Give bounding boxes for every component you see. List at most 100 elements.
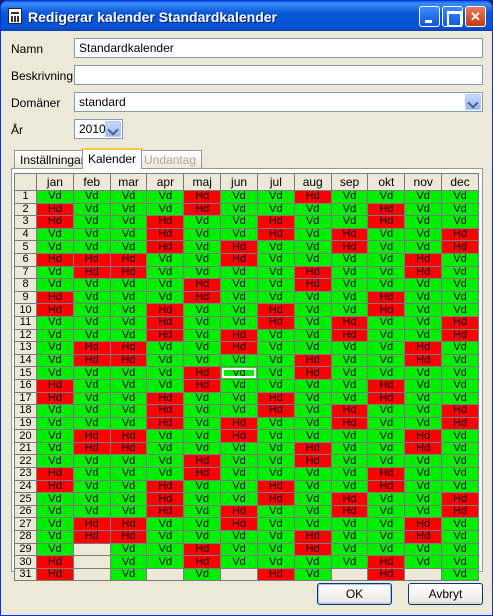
day-cell[interactable]: Vd xyxy=(146,441,185,456)
day-cell[interactable]: Vd xyxy=(367,429,406,443)
day-cell[interactable]: Hd xyxy=(72,517,111,532)
day-cell[interactable]: Vd xyxy=(36,190,74,204)
day-cell[interactable]: Vd xyxy=(183,391,222,406)
day-cell[interactable]: Vd xyxy=(367,278,406,292)
day-cell[interactable]: Vd xyxy=(36,404,74,418)
day-cell[interactable]: Vd xyxy=(367,315,406,330)
day-cell[interactable]: Vd xyxy=(109,504,148,519)
day-cell[interactable]: Hd xyxy=(36,303,74,317)
day-cell[interactable]: Vd xyxy=(72,467,111,481)
day-cell[interactable]: Vd xyxy=(256,353,295,368)
day-cell[interactable]: Hd xyxy=(183,467,222,481)
day-cell[interactable]: Vd xyxy=(109,227,148,242)
day-cell[interactable]: Vd xyxy=(36,328,74,343)
day-cell[interactable]: Hd xyxy=(293,441,332,456)
day-cell[interactable]: Vd xyxy=(293,240,332,254)
day-cell[interactable]: Vd xyxy=(183,315,222,330)
day-cell[interactable]: Vd xyxy=(256,416,295,431)
day-cell[interactable]: Hd xyxy=(220,252,258,267)
day-cell[interactable]: Vd xyxy=(109,290,148,305)
chevron-down-icon[interactable] xyxy=(105,121,121,137)
day-cell[interactable]: Vd xyxy=(72,190,111,204)
day-cell[interactable]: Vd xyxy=(220,278,258,292)
day-cell[interactable]: Vd xyxy=(330,479,369,494)
day-cell[interactable]: Vd xyxy=(404,378,443,393)
day-cell[interactable]: Vd xyxy=(367,341,406,355)
day-cell[interactable]: Vd xyxy=(367,366,406,380)
day-cell[interactable]: Vd xyxy=(146,366,185,380)
day-cell[interactable]: Vd xyxy=(330,303,369,317)
day-cell[interactable]: Vd xyxy=(330,542,369,557)
month-header-jun[interactable]: jun xyxy=(220,173,258,191)
month-header-nov[interactable]: nov xyxy=(404,173,443,191)
day-cell[interactable]: Vd xyxy=(256,190,295,204)
day-cell[interactable]: Hd xyxy=(36,391,74,406)
month-header-dec[interactable]: dec xyxy=(441,173,479,191)
name-field[interactable]: Standardkalender xyxy=(74,38,483,58)
day-cell[interactable]: Hd xyxy=(330,227,369,242)
day-cell[interactable]: Vd xyxy=(404,328,443,343)
day-cell[interactable]: Vd xyxy=(109,492,148,506)
day-cell[interactable]: Vd xyxy=(367,353,406,368)
day-cell[interactable]: Vd xyxy=(367,252,406,267)
day-cell[interactable]: Hd xyxy=(293,265,332,280)
day-cell[interactable]: Hd xyxy=(441,315,479,330)
day-cell[interactable]: Vd xyxy=(36,441,74,456)
day-cell[interactable]: Vd xyxy=(183,303,222,317)
day-cell[interactable]: Vd xyxy=(404,416,443,431)
day-cell[interactable]: Hd xyxy=(256,315,295,330)
day-cell[interactable]: Vd xyxy=(404,479,443,494)
day-cell[interactable]: Vd xyxy=(72,227,111,242)
day-cell[interactable]: Vd xyxy=(72,278,111,292)
day-cell[interactable]: Vd xyxy=(146,353,185,368)
day-cell[interactable]: Hd xyxy=(293,190,332,204)
day-cell[interactable]: Vd xyxy=(293,404,332,418)
day-cell[interactable]: Hd xyxy=(404,341,443,355)
day-cell[interactable]: Hd xyxy=(146,315,185,330)
day-cell[interactable]: Vd xyxy=(404,278,443,292)
day-cell[interactable]: Vd xyxy=(220,190,258,204)
day-cell[interactable]: Vd xyxy=(109,202,148,217)
day-cell[interactable]: Vd xyxy=(293,467,332,481)
day-cell[interactable]: Vd xyxy=(36,278,74,292)
day-cell[interactable]: Hd xyxy=(404,530,443,544)
day-cell[interactable]: Vd xyxy=(183,567,222,582)
day-cell[interactable]: Hd xyxy=(256,391,295,406)
day-cell[interactable]: Vd xyxy=(441,530,479,544)
day-cell[interactable]: Hd xyxy=(220,429,258,443)
day-cell[interactable]: Vd xyxy=(330,190,369,204)
day-cell[interactable]: Hd xyxy=(36,290,74,305)
day-cell[interactable]: Hd xyxy=(36,567,74,582)
day-cell[interactable]: Vd xyxy=(367,416,406,431)
day-cell[interactable]: Vd xyxy=(109,303,148,317)
day-cell[interactable]: Vd xyxy=(441,441,479,456)
day-cell[interactable]: Vd xyxy=(404,504,443,519)
day-cell[interactable]: Hd xyxy=(183,555,222,569)
day-cell[interactable]: Vd xyxy=(256,542,295,557)
day-cell[interactable]: Hd xyxy=(220,416,258,431)
day-cell[interactable]: Hd xyxy=(72,530,111,544)
day-cell[interactable]: Vd xyxy=(72,290,111,305)
day-cell[interactable]: Vd xyxy=(36,315,74,330)
day-cell[interactable]: Hd xyxy=(330,240,369,254)
day-cell[interactable]: Vd xyxy=(293,328,332,343)
day-cell[interactable]: Vd xyxy=(183,341,222,355)
close-button[interactable]: ✕ xyxy=(465,6,486,27)
day-cell[interactable]: Vd xyxy=(293,290,332,305)
day-cell[interactable]: Vd xyxy=(256,278,295,292)
day-cell[interactable]: Hd xyxy=(367,555,406,569)
day-cell[interactable]: Vd xyxy=(72,492,111,506)
day-cell[interactable]: Hd xyxy=(330,504,369,519)
day-cell[interactable]: Vd xyxy=(404,404,443,418)
day-cell[interactable]: Vd xyxy=(183,441,222,456)
day-cell[interactable]: Vd xyxy=(441,290,479,305)
day-cell[interactable]: Hd xyxy=(367,391,406,406)
day-cell[interactable]: Vd xyxy=(146,265,185,280)
day-cell[interactable]: Vd xyxy=(36,492,74,506)
day-cell[interactable]: Vd xyxy=(330,202,369,217)
day-cell[interactable]: Hd xyxy=(441,240,479,254)
month-header-mar[interactable]: mar xyxy=(109,173,148,191)
day-cell[interactable]: Vd xyxy=(367,492,406,506)
day-cell[interactable]: Vd xyxy=(109,215,148,229)
day-cell[interactable]: Vd xyxy=(293,202,332,217)
